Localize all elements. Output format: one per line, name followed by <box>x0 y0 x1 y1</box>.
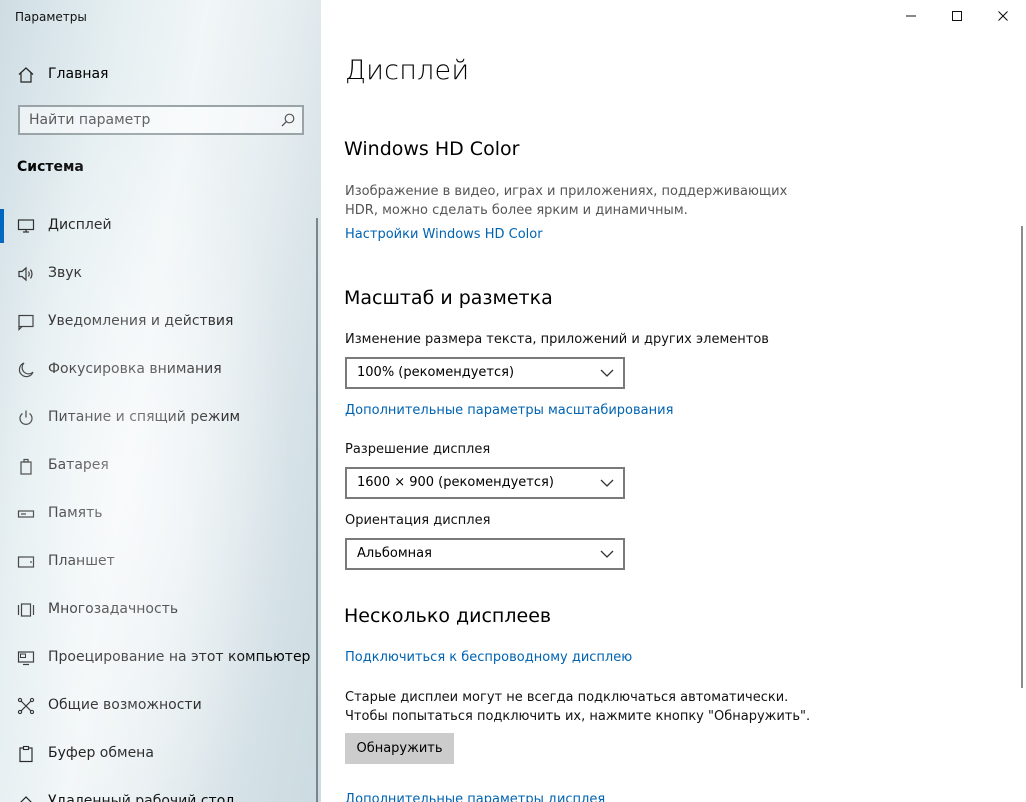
settings-search-box[interactable] <box>18 105 304 135</box>
moon-icon <box>18 362 34 378</box>
close-button[interactable] <box>980 0 1026 32</box>
advanced-display-link[interactable]: Дополнительные параметры дисплея <box>345 792 605 802</box>
sidebar-item-storage[interactable]: Память <box>0 494 315 534</box>
orientation-label: Ориентация дисплея <box>345 513 491 528</box>
storage-icon <box>17 510 35 518</box>
multiple-displays-heading: Несколько дисплеев <box>344 605 552 627</box>
tablet-icon <box>17 556 35 568</box>
sidebar-item-remote-desktop[interactable]: Удаленный рабочий стол <box>0 782 315 802</box>
notification-icon <box>18 314 34 331</box>
scale-value: 100% (рекомендуется) <box>357 365 515 380</box>
sidebar-item-label: Звук <box>48 265 82 281</box>
battery-icon <box>20 458 32 475</box>
home-label: Главная <box>48 66 109 82</box>
sidebar-item-label: Память <box>48 505 103 521</box>
power-icon <box>19 410 33 425</box>
sidebar-item-label: Буфер обмена <box>48 745 154 761</box>
sidebar-item-label: Уведомления и действия <box>48 313 234 329</box>
sidebar-item-notifications[interactable]: Уведомления и действия <box>0 302 315 342</box>
orientation-value: Альбомная <box>357 546 432 561</box>
scale-dropdown[interactable]: 100% (рекомендуется) <box>345 357 625 389</box>
hdr-description-line-2: HDR, можно сделать более ярким и динамич… <box>345 203 688 218</box>
sidebar-item-focus-assist[interactable]: Фокусировка внимания <box>0 350 315 390</box>
orientation-dropdown[interactable]: Альбомная <box>345 538 625 570</box>
hdr-heading: Windows HD Color <box>344 138 520 160</box>
hdr-description-line-1: Изображение в видео, играх и приложениях… <box>345 184 788 199</box>
sidebar-item-display[interactable]: Дисплей <box>0 206 315 246</box>
text-size-label: Изменение размера текста, приложений и д… <box>345 332 769 347</box>
section-title: Система <box>17 159 84 175</box>
resolution-value: 1600 × 900 (рекомендуется) <box>357 475 554 490</box>
home-nav-item[interactable]: Главная <box>0 60 321 90</box>
resolution-label: Разрешение дисплея <box>345 442 491 457</box>
detect-button[interactable]: Обнаружить <box>345 733 454 764</box>
multitasking-icon <box>17 603 35 617</box>
search-input[interactable] <box>20 107 279 133</box>
sidebar: Параметры Главная Система Дисплей Звук <box>0 0 321 802</box>
minimize-icon <box>906 15 916 17</box>
sidebar-item-clipboard[interactable]: Буфер обмена <box>0 734 315 774</box>
maximize-button[interactable] <box>934 0 980 32</box>
hdr-settings-link[interactable]: Настройки Windows HD Color <box>345 227 543 242</box>
sidebar-item-projecting[interactable]: Проецирование на этот компьютер <box>0 638 315 678</box>
shared-experiences-icon <box>17 697 35 715</box>
window-title: Параметры <box>15 10 87 24</box>
speaker-icon <box>18 266 33 282</box>
minimize-button[interactable] <box>888 0 934 32</box>
detect-description-line-1: Старые дисплеи могут не всегда подключат… <box>345 690 789 705</box>
wireless-display-link[interactable]: Подключиться к беспроводному дисплею <box>345 650 632 665</box>
maximize-icon <box>952 11 962 21</box>
home-icon <box>18 67 34 83</box>
sidebar-item-label: Питание и спящий режим <box>48 409 241 425</box>
monitor-icon <box>17 219 35 233</box>
sidebar-item-label: Удаленный рабочий стол <box>48 793 235 802</box>
sidebar-item-label: Многозадачность <box>48 601 179 617</box>
projecting-icon <box>17 651 35 666</box>
sidebar-item-battery[interactable]: Батарея <box>0 446 315 486</box>
sidebar-item-multitasking[interactable]: Многозадачность <box>0 590 315 630</box>
sidebar-item-label: Дисплей <box>48 217 112 233</box>
sidebar-item-label: Фокусировка внимания <box>48 361 222 377</box>
main-content: Дисплей Windows HD Color Изображение в в… <box>321 0 1026 802</box>
page-title: Дисплей <box>345 55 470 86</box>
search-icon[interactable] <box>280 112 296 128</box>
sidebar-item-sound[interactable]: Звук <box>0 254 315 294</box>
chevron-down-icon <box>600 369 614 377</box>
sidebar-item-shared-experiences[interactable]: Общие возможности <box>0 686 315 726</box>
sidebar-item-label: Батарея <box>48 457 109 473</box>
remote-desktop-icon <box>20 796 32 802</box>
main-scrollbar[interactable] <box>1021 226 1023 688</box>
close-icon <box>998 11 1008 21</box>
chevron-down-icon <box>600 550 614 558</box>
sidebar-item-power-sleep[interactable]: Питание и спящий режим <box>0 398 315 438</box>
scale-heading: Масштаб и разметка <box>344 287 553 309</box>
clipboard-icon <box>19 745 33 763</box>
sidebar-item-label: Планшет <box>48 553 115 569</box>
advanced-scaling-link[interactable]: Дополнительные параметры масштабирования <box>345 403 673 418</box>
sidebar-scrollbar[interactable] <box>316 218 318 802</box>
sidebar-item-label: Общие возможности <box>48 697 202 713</box>
detect-description-line-2: Чтобы попытаться подключить их, нажмите … <box>345 709 811 724</box>
chevron-down-icon <box>600 479 614 487</box>
resolution-dropdown[interactable]: 1600 × 900 (рекомендуется) <box>345 467 625 499</box>
sidebar-item-label: Проецирование на этот компьютер <box>48 649 311 665</box>
sidebar-item-tablet[interactable]: Планшет <box>0 542 315 582</box>
